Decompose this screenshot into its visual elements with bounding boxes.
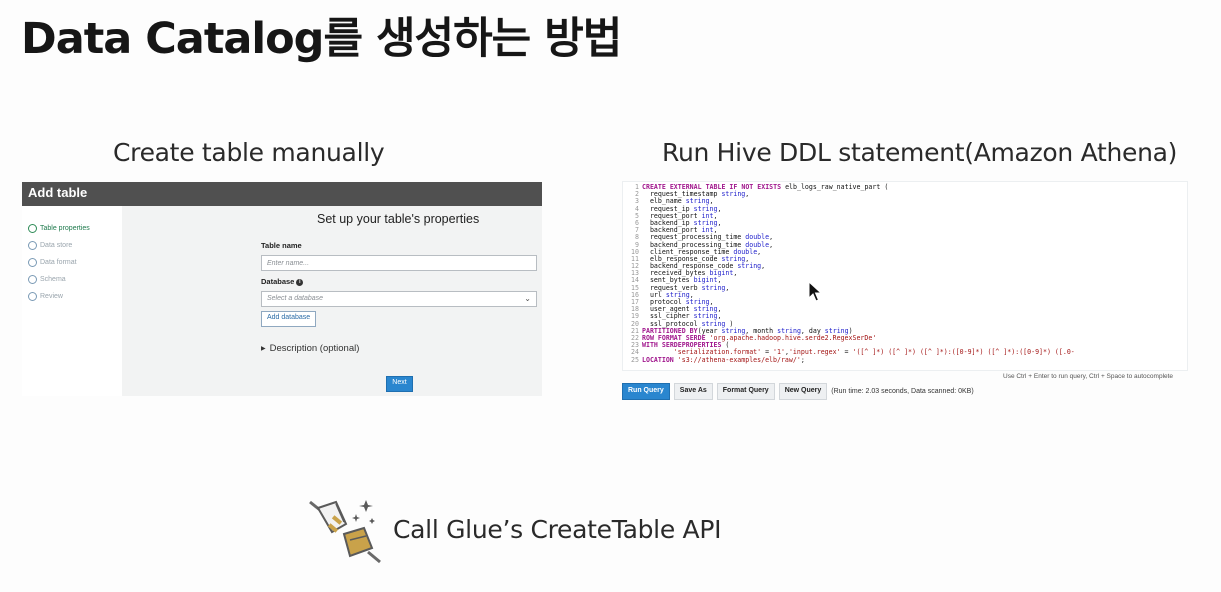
step-schema[interactable]: Schema	[28, 271, 124, 288]
step-table-properties[interactable]: Table properties	[28, 220, 124, 237]
run-query-button[interactable]: Run Query	[622, 383, 670, 400]
new-query-button[interactable]: New Query	[778, 383, 828, 400]
caret-right-icon: ▶	[261, 345, 266, 352]
format-query-button[interactable]: Format Query	[716, 383, 775, 400]
database-select[interactable]: Select a database ⌄	[261, 291, 537, 307]
step-label: Table properties	[40, 225, 90, 232]
code-text: LOCATION 's3://athena-examples/elb/raw/'…	[642, 355, 805, 364]
code-lines: 1 CREATE EXTERNAL TABLE IF NOT EXISTS elb…	[627, 183, 1075, 364]
wizard-header: Add table	[22, 182, 542, 206]
mouse-pointer-icon	[808, 281, 822, 302]
table-name-input[interactable]	[261, 255, 537, 271]
step-label: Data format	[40, 259, 77, 266]
database-label: Database	[261, 277, 295, 286]
slide-title: Data Catalog를 생성하는 방법	[21, 14, 622, 64]
step-label: Review	[40, 293, 63, 300]
hive-ddl-caption: Run Hive DDL statement(Amazon Athena)	[662, 138, 1178, 167]
wizard-steps: Table properties Data store Data format …	[28, 220, 124, 305]
database-label-row: Database i	[261, 277, 304, 286]
editor-hint: Use Ctrl + Enter to run query, Ctrl + Sp…	[1003, 373, 1174, 380]
next-button[interactable]: Next	[386, 376, 413, 392]
step-circle-icon	[28, 258, 37, 267]
step-label: Schema	[40, 276, 66, 283]
plug-connector-icon	[309, 500, 381, 564]
description-expander[interactable]: ▶ Description (optional)	[261, 343, 359, 354]
create-table-api-caption: Call Glue’s CreateTable API	[393, 515, 722, 544]
run-status: (Run time: 2.03 seconds, Data scanned: 0…	[831, 388, 974, 395]
code-line: 25 LOCATION 's3://athena-examples/elb/raw…	[627, 355, 1075, 364]
add-database-button[interactable]: Add database	[261, 311, 317, 327]
step-circle-icon	[28, 275, 37, 284]
step-circle-icon	[28, 241, 37, 250]
database-select-value: Select a database	[267, 295, 324, 302]
chevron-down-icon: ⌄	[524, 294, 531, 303]
add-table-wizard: Add table Table properties Data store Da…	[22, 182, 542, 396]
step-circle-icon	[28, 292, 37, 301]
code-line: 15 request_verb string,	[627, 284, 1075, 292]
step-review[interactable]: Review	[28, 288, 124, 305]
step-data-format[interactable]: Data format	[28, 254, 124, 271]
query-toolbar: Run Query Save As Format Query New Query…	[622, 383, 974, 400]
step-data-store[interactable]: Data store	[28, 237, 124, 254]
query-editor[interactable]: 1 CREATE EXTERNAL TABLE IF NOT EXISTS elb…	[622, 181, 1188, 371]
step-label: Data store	[40, 242, 73, 249]
info-icon[interactable]: i	[296, 278, 304, 286]
save-as-button[interactable]: Save As	[673, 383, 713, 400]
table-name-label: Table name	[261, 241, 302, 250]
wizard-heading: Set up your table's properties	[317, 212, 480, 226]
create-table-manually-caption: Create table manually	[113, 138, 385, 167]
line-number: 25	[631, 355, 639, 364]
description-label: Description (optional)	[269, 343, 360, 354]
step-circle-icon	[28, 224, 37, 233]
wizard-form-panel: Set up your table's properties Table nam…	[122, 206, 542, 396]
